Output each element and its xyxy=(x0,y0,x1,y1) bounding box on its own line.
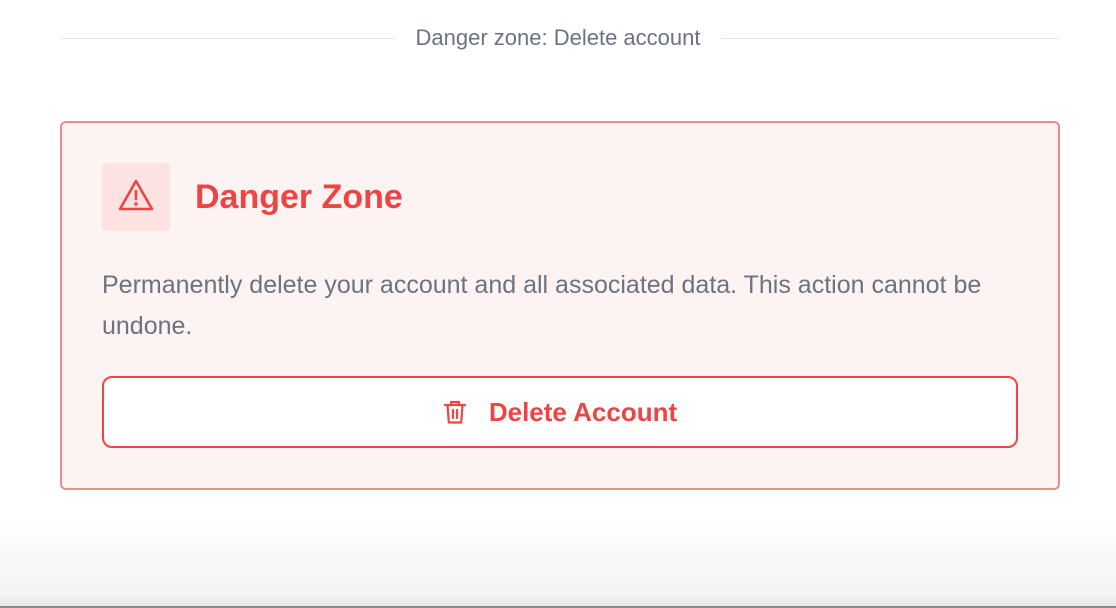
warning-triangle-icon xyxy=(117,178,155,217)
delete-account-button-label: Delete Account xyxy=(488,397,678,427)
trash-icon xyxy=(443,399,467,425)
danger-zone-header: Danger Zone xyxy=(102,163,403,231)
warning-icon-container xyxy=(102,163,170,231)
delete-account-button[interactable]: Delete Account xyxy=(102,376,1018,448)
section-divider-label: Danger zone: Delete account xyxy=(395,24,721,52)
window-bottom-shadow xyxy=(0,518,1116,608)
settings-page: Danger zone: Delete account Danger Zone … xyxy=(0,0,1116,608)
danger-zone-description: Permanently delete your account and all … xyxy=(102,271,982,340)
danger-zone-title: Danger Zone xyxy=(195,178,403,216)
danger-zone-card: Danger Zone Permanently delete your acco… xyxy=(60,121,1060,490)
